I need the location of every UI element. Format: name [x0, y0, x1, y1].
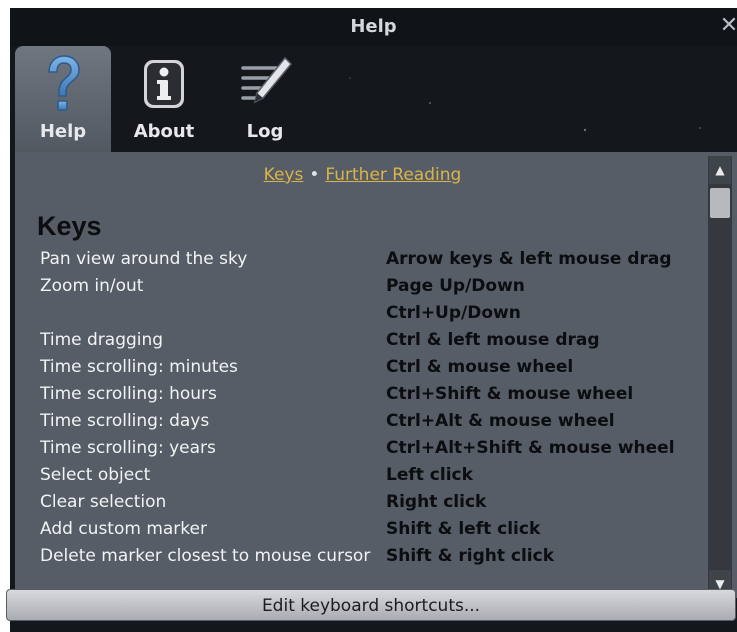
tab-help-label: Help [39, 121, 87, 142]
tab-bar: Help About Log [10, 46, 737, 152]
shortcut-keys: Ctrl & mouse wheel [386, 357, 574, 377]
shortcut-action: Time dragging [40, 330, 164, 350]
shortcut-row: Time scrolling: hours Ctrl+Shift & mouse… [40, 381, 720, 408]
tab-about-label: About [133, 121, 195, 142]
log-pencil-icon [241, 56, 293, 104]
link-separator: • [309, 165, 320, 185]
shortcut-keys: Left click [386, 465, 473, 485]
shortcut-action: Add custom marker [40, 519, 207, 539]
shortcut-row: Time scrolling: years Ctrl+Alt+Shift & m… [40, 435, 720, 462]
further-reading-link[interactable]: Further Reading [325, 165, 461, 185]
shortcut-action: Time scrolling: days [40, 411, 210, 431]
shortcut-row: Time scrolling: days Ctrl+Alt & mouse wh… [40, 408, 720, 435]
shortcut-action: Clear selection [40, 492, 167, 512]
tab-help[interactable]: Help [15, 46, 111, 152]
help-window: Help ✕ Help About Log Keys • Further Rea… [10, 8, 737, 632]
help-content-panel: Keys • Further Reading Keys Pan view aroun… [15, 152, 737, 598]
shortcut-keys: Right click [386, 492, 487, 512]
tab-log-label: Log [246, 121, 284, 142]
tab-about[interactable]: About [116, 46, 212, 152]
section-links: Keys • Further Reading [15, 165, 710, 185]
shortcut-action: Pan view around the sky [40, 249, 248, 269]
edit-keyboard-shortcuts-button[interactable]: Edit keyboard shortcuts... [6, 589, 736, 621]
scroll-up-arrow-icon[interactable]: ▲ [709, 156, 731, 184]
shortcut-row: Add custom marker Shift & left click [40, 516, 720, 543]
shortcut-keys: Page Up/Down [386, 276, 525, 296]
shortcut-row: Delete marker closest to mouse cursor Sh… [40, 543, 720, 570]
shortcut-action: Select object [40, 465, 151, 485]
shortcuts-table: Pan view around the sky Arrow keys & lef… [40, 246, 720, 570]
shortcut-keys: Shift & left click [386, 519, 541, 539]
shortcut-action: Delete marker closest to mouse cursor [40, 546, 371, 566]
shortcut-row: Pan view around the sky Arrow keys & lef… [40, 246, 720, 273]
keys-heading: Keys [37, 211, 102, 241]
shortcut-row: Time scrolling: minutes Ctrl & mouse whe… [40, 354, 720, 381]
shortcut-action: Zoom in/out [40, 276, 144, 296]
shortcut-keys: Ctrl+Shift & mouse wheel [386, 384, 634, 404]
title-bar: Help ✕ [10, 8, 737, 46]
scrollbar-thumb[interactable] [710, 188, 730, 218]
window-title: Help [350, 16, 397, 37]
shortcut-action: Time scrolling: years [40, 438, 216, 458]
vertical-scrollbar[interactable]: ▲ ▼ [708, 156, 732, 598]
info-icon [144, 60, 184, 108]
shortcut-row: Clear selection Right click [40, 489, 720, 516]
shortcut-action: Time scrolling: minutes [40, 357, 238, 377]
close-icon[interactable]: ✕ [717, 14, 737, 38]
shortcut-keys: Ctrl & left mouse drag [386, 330, 600, 350]
shortcut-keys: Arrow keys & left mouse drag [386, 249, 672, 269]
shortcut-keys: Ctrl+Alt+Shift & mouse wheel [386, 438, 675, 458]
shortcut-row: Zoom in/out Page Up/Down Ctrl+Up/Down [40, 273, 720, 327]
question-mark-icon [48, 55, 80, 111]
shortcut-row: Select object Left click [40, 462, 720, 489]
shortcut-keys: Shift & right click [386, 546, 554, 566]
shortcut-row: Time dragging Ctrl & left mouse drag [40, 327, 720, 354]
shortcut-keys: Ctrl+Alt & mouse wheel [386, 411, 615, 431]
shortcut-keys: Ctrl+Up/Down [386, 303, 521, 323]
tab-log[interactable]: Log [217, 46, 313, 152]
shortcut-action: Time scrolling: hours [40, 384, 217, 404]
keys-link[interactable]: Keys [264, 165, 304, 185]
